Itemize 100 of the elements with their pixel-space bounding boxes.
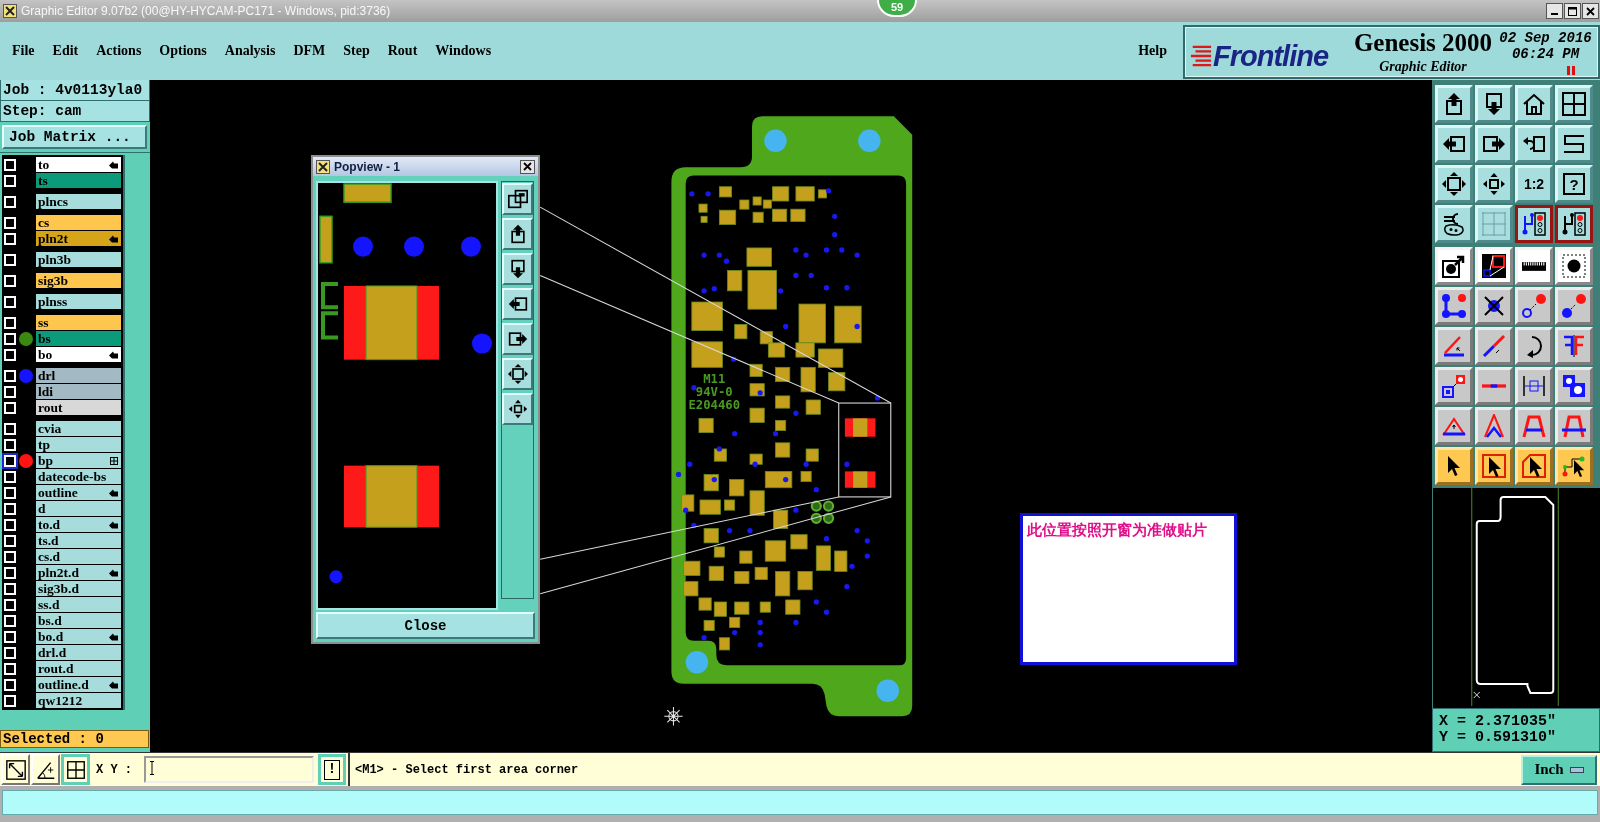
menu-item[interactable]: Edit: [52, 43, 79, 59]
move-icon: [507, 399, 528, 419]
layer-item[interactable]: bs: [36, 331, 121, 346]
menu-item[interactable]: Step: [343, 43, 370, 59]
menu-item[interactable]: Rout: [387, 43, 418, 59]
layer-checkbox[interactable]: [4, 232, 16, 245]
layer-checkbox[interactable]: [4, 158, 16, 171]
toolbar-button[interactable]: [1515, 205, 1553, 243]
layer-checkbox[interactable]: [4, 486, 16, 499]
popview-title: Popview - 1: [334, 159, 401, 174]
layer-checkbox[interactable]: [4, 550, 16, 563]
layer-checkbox[interactable]: [4, 274, 16, 287]
units-dropdown[interactable]: Inch: [1521, 754, 1597, 785]
layer-checkbox[interactable]: [4, 422, 16, 435]
layer-item[interactable]: outline: [36, 485, 121, 500]
layer-item[interactable]: pln3b: [36, 252, 121, 267]
box-arrow-right-icon: [507, 329, 528, 349]
layer-checkbox[interactable]: [4, 438, 16, 451]
coordinate-input[interactable]: [144, 756, 314, 783]
menu-item[interactable]: Options: [159, 43, 207, 59]
confirm-button[interactable]: !: [318, 754, 346, 785]
layer-checkbox[interactable]: [4, 295, 16, 308]
windows-icon: [507, 189, 528, 209]
layer-checkbox[interactable]: [4, 678, 16, 691]
layer-checkbox[interactable]: [4, 534, 16, 547]
layer-item[interactable]: rout.d: [36, 661, 121, 676]
layer-checkbox[interactable]: [4, 454, 16, 467]
layer-item[interactable]: sig3b.d: [36, 581, 121, 596]
layer-item[interactable]: to.d: [36, 517, 121, 532]
minimize-button[interactable]: [1546, 3, 1563, 19]
toolbar-button[interactable]: ?: [1555, 165, 1593, 203]
layer-checkbox[interactable]: [4, 316, 16, 329]
layer-item[interactable]: plnss: [36, 294, 121, 309]
layer-checkbox[interactable]: [4, 646, 16, 659]
layer-item[interactable]: ts: [36, 173, 121, 188]
toolbar-button[interactable]: 1:2: [1515, 165, 1553, 203]
layer-checkbox[interactable]: [4, 348, 16, 361]
close-button[interactable]: [520, 159, 535, 174]
layer-item[interactable]: bp: [36, 453, 121, 468]
menu-item[interactable]: Analysis: [224, 43, 276, 59]
move-icon: [1482, 172, 1506, 196]
layer-item[interactable]: datecode-bs: [36, 469, 121, 484]
layer-item[interactable]: to: [36, 157, 121, 172]
layer-checkbox[interactable]: [4, 598, 16, 611]
layer-item[interactable]: d: [36, 501, 121, 516]
layer-item[interactable]: pln2t.d: [36, 565, 121, 580]
menu-item[interactable]: Actions: [96, 43, 142, 59]
close-button[interactable]: Close: [316, 612, 535, 639]
toolbar-button[interactable]: [1555, 205, 1593, 243]
layer-item[interactable]: outline.d: [36, 677, 121, 692]
layer-item[interactable]: cs: [36, 215, 121, 230]
layer-checkbox[interactable]: [4, 332, 16, 345]
layer-item[interactable]: cvia: [36, 421, 121, 436]
selection-count: Selected : 0: [0, 730, 149, 748]
layer-checkbox[interactable]: [4, 694, 16, 707]
layer-item[interactable]: ss: [36, 315, 121, 330]
layer-item[interactable]: ts.d: [36, 533, 121, 548]
layer-item[interactable]: bs.d: [36, 613, 121, 628]
job-matrix-button[interactable]: Job Matrix ...: [2, 125, 147, 149]
layer-checkbox[interactable]: [4, 216, 16, 229]
layer-checkbox[interactable]: [4, 253, 16, 266]
hand-icon: [109, 234, 118, 243]
resize-icon: [4, 758, 27, 781]
layer-checkbox[interactable]: [4, 385, 16, 398]
layer-checkbox[interactable]: [4, 195, 16, 208]
menu-item[interactable]: File: [12, 43, 35, 59]
layer-item[interactable]: bo: [36, 347, 121, 362]
close-button[interactable]: [1582, 3, 1599, 19]
layer-checkbox[interactable]: [4, 614, 16, 627]
tool-button[interactable]: [61, 754, 90, 785]
menu-item[interactable]: Windows: [435, 43, 492, 59]
layer-checkbox[interactable]: [4, 502, 16, 515]
layer-checkbox[interactable]: [4, 369, 16, 382]
hand-icon: [109, 160, 118, 169]
layer-checkbox[interactable]: [4, 174, 16, 187]
close-icon: [1586, 6, 1595, 16]
layer-item[interactable]: cs.d: [36, 549, 121, 564]
layer-item[interactable]: bo.d: [36, 629, 121, 644]
minimize-icon: [1551, 13, 1558, 15]
layer-checkbox[interactable]: [4, 582, 16, 595]
layer-item[interactable]: rout: [36, 400, 121, 415]
layer-checkbox[interactable]: [4, 662, 16, 675]
layer-item[interactable]: plncs: [36, 194, 121, 209]
layer-item[interactable]: drl: [36, 368, 121, 383]
layer-checkbox[interactable]: [4, 566, 16, 579]
wrench-palette-icon: [1442, 212, 1466, 236]
layer-checkbox[interactable]: [4, 401, 16, 414]
layer-checkbox[interactable]: [4, 470, 16, 483]
layer-item[interactable]: sig3b: [36, 273, 121, 288]
menu-item[interactable]: Help: [1138, 22, 1167, 80]
layer-checkbox[interactable]: [4, 630, 16, 643]
layer-item[interactable]: ss.d: [36, 597, 121, 612]
layer-item[interactable]: drl.d: [36, 645, 121, 660]
layer-item[interactable]: tp: [36, 437, 121, 452]
layer-checkbox[interactable]: [4, 518, 16, 531]
layer-item[interactable]: qw1212: [36, 693, 121, 708]
menu-item[interactable]: DFM: [293, 43, 326, 59]
layer-item[interactable]: pln2t: [36, 231, 121, 246]
layer-item[interactable]: ldi: [36, 384, 121, 399]
maximize-button[interactable]: [1564, 3, 1581, 19]
